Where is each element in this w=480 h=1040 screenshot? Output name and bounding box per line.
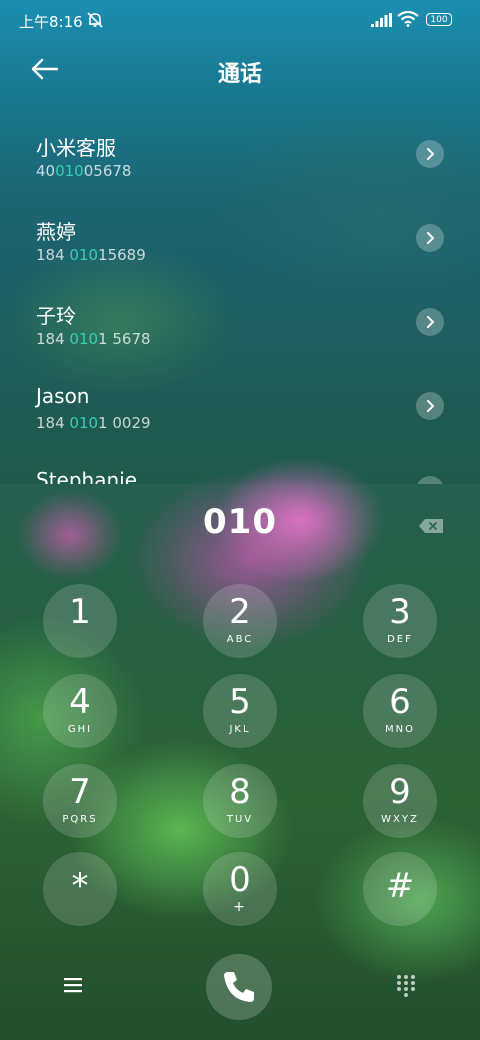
key-digit: # (385, 866, 415, 906)
contact-name: 燕婷 (36, 220, 76, 244)
bottom-bar (0, 946, 480, 1040)
key-digit: * (71, 866, 89, 906)
contact-name: 小米客服 (36, 136, 116, 160)
contact-number: 4001005678 (36, 162, 132, 180)
chevron-right-icon[interactable] (416, 224, 444, 252)
key-star[interactable]: * (43, 852, 117, 926)
contact-number: 184 01015689 (36, 246, 146, 264)
key-digit: 6 (389, 682, 411, 722)
chevron-right-icon[interactable] (416, 392, 444, 420)
list-item[interactable]: Jason 184 0101 0029 (0, 364, 480, 448)
key-digit: 2 (229, 592, 251, 632)
backspace-icon[interactable] (418, 518, 444, 534)
list-item[interactable]: 小米客服 4001005678 (0, 112, 480, 196)
header: 通话 (0, 44, 480, 96)
contact-number: 184 0101 0029 (36, 414, 151, 432)
list-item[interactable]: 子玲 184 0101 5678 (0, 280, 480, 364)
number-match: 010 (55, 162, 84, 180)
key-digit: 4 (69, 682, 91, 722)
key-digit: 1 (69, 592, 91, 632)
key-hash[interactable]: # (363, 852, 437, 926)
list-item[interactable]: 燕婷 184 01015689 (0, 196, 480, 280)
status-time: 上午8:16 (19, 13, 83, 31)
key-letters: DEF (387, 634, 413, 645)
key-6[interactable]: 6 MNO (363, 674, 437, 748)
key-letters: JKL (229, 724, 251, 735)
key-3[interactable]: 3 DEF (363, 584, 437, 658)
contact-list[interactable]: 小米客服 4001005678 燕婷 184 01015689 子玲 184 0… (0, 112, 480, 484)
key-letters: GHI (67, 724, 93, 735)
page-title: 通话 (217, 62, 262, 87)
contact-number: 184 0101 5678 (36, 330, 151, 348)
key-4[interactable]: 4 GHI (43, 674, 117, 748)
bell-off-icon (87, 12, 103, 28)
key-letters: + (233, 899, 247, 915)
battery-indicator: 100 (426, 13, 452, 26)
phone-icon (224, 972, 254, 1002)
hamburger-icon[interactable] (62, 976, 84, 994)
key-8[interactable]: 8 TUV (203, 764, 277, 838)
key-digit: 7 (69, 772, 91, 812)
call-button[interactable] (206, 954, 272, 1020)
contact-name: Stephanie (36, 468, 138, 484)
number-match: 010 (69, 246, 99, 264)
number-match: 010 (69, 330, 99, 348)
key-5[interactable]: 5 JKL (203, 674, 277, 748)
key-digit: 3 (389, 592, 411, 632)
key-digit: 0 (229, 860, 251, 900)
signal-icon (371, 13, 392, 27)
dialed-number: 010 (203, 502, 277, 542)
key-letters: TUV (226, 814, 254, 825)
key-digit: 8 (229, 772, 251, 812)
contact-name: Jason (36, 384, 90, 408)
key-2[interactable]: 2 ABC (203, 584, 277, 658)
status-bar: 上午8:16 100 (0, 0, 480, 40)
contact-name: 子玲 (36, 304, 76, 328)
key-letters: MNO (385, 724, 415, 735)
chevron-right-icon[interactable] (416, 476, 444, 484)
key-letters: ABC (226, 634, 254, 645)
key-9[interactable]: 9 WXYZ (363, 764, 437, 838)
key-digit: 9 (389, 772, 411, 812)
chevron-right-icon[interactable] (416, 308, 444, 336)
key-0[interactable]: 0 + (203, 852, 277, 926)
wifi-icon (397, 11, 419, 27)
key-digit: 5 (229, 682, 251, 722)
number-match: 010 (69, 414, 99, 432)
key-1[interactable]: 1 (43, 584, 117, 658)
list-item[interactable]: Stephanie (0, 448, 480, 484)
chevron-right-icon[interactable] (416, 140, 444, 168)
key-letters: WXYZ (381, 814, 419, 825)
key-letters: PQRS (62, 814, 98, 825)
key-7[interactable]: 7 PQRS (43, 764, 117, 838)
keypad-icon[interactable] (396, 974, 416, 998)
